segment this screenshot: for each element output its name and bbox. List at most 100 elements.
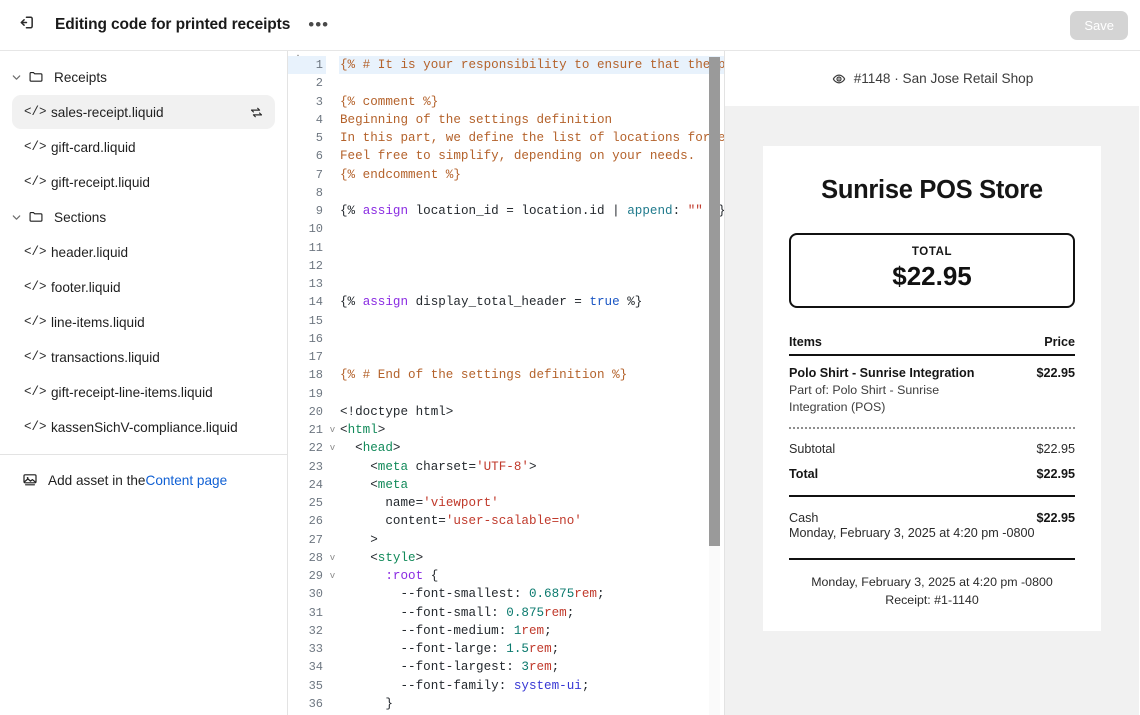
code-fold-toggle[interactable]: v bbox=[326, 549, 339, 567]
code-line[interactable]: 17 bbox=[288, 348, 724, 366]
sidebar-file-footer-liquid[interactable]: </> footer.liquid bbox=[12, 270, 275, 304]
code-line[interactable]: 3 {% comment %} bbox=[288, 93, 724, 111]
code-line-text: <!doctype html> bbox=[339, 403, 724, 421]
code-line[interactable]: 10 bbox=[288, 220, 724, 238]
code-fold-toggle[interactable] bbox=[326, 585, 339, 603]
code-line[interactable]: 19 bbox=[288, 385, 724, 403]
code-editor[interactable]: ^ 1{% # It is your responsibility to ens… bbox=[288, 51, 725, 715]
code-line[interactable]: 9 {% assign location_id = location.id | a… bbox=[288, 202, 724, 220]
code-fold-toggle[interactable] bbox=[326, 220, 339, 238]
sidebar-file-kassenSichV-compliance-liquid[interactable]: </> kassenSichV-compliance.liquid bbox=[12, 410, 275, 444]
code-line[interactable]: 32 --font-medium: 1rem; bbox=[288, 622, 724, 640]
code-fold-toggle[interactable] bbox=[326, 129, 339, 147]
code-line[interactable]: 36 } bbox=[288, 695, 724, 713]
code-fold-toggle[interactable]: v bbox=[326, 421, 339, 439]
code-fold-toggle[interactable] bbox=[326, 239, 339, 257]
code-fold-toggle[interactable] bbox=[326, 458, 339, 476]
code-fold-toggle[interactable] bbox=[326, 257, 339, 275]
code-fold-toggle[interactable]: v bbox=[326, 567, 339, 585]
code-line[interactable]: 27 > bbox=[288, 531, 724, 549]
code-line[interactable]: 1 {% # It is your responsibility to ensur… bbox=[288, 56, 724, 75]
code-line[interactable]: 26 content='user-scalable=no' bbox=[288, 512, 724, 530]
code-fold-toggle[interactable] bbox=[326, 74, 339, 92]
code-fold-toggle[interactable] bbox=[326, 111, 339, 129]
code-fold-toggle[interactable] bbox=[326, 366, 339, 384]
code-fold-toggle[interactable] bbox=[326, 677, 339, 695]
save-button[interactable]: Save bbox=[1070, 11, 1128, 40]
code-fold-toggle[interactable] bbox=[326, 275, 339, 293]
sidebar-file-gift-card-liquid[interactable]: </> gift-card.liquid bbox=[12, 130, 275, 164]
code-line[interactable]: 13 bbox=[288, 275, 724, 293]
code-line[interactable]: 24 <meta bbox=[288, 476, 724, 494]
code-line[interactable]: 15 bbox=[288, 312, 724, 330]
code-fold-toggle[interactable] bbox=[326, 348, 339, 366]
sidebar-file-header-liquid[interactable]: </> header.liquid bbox=[12, 235, 275, 269]
code-fold-toggle[interactable] bbox=[326, 184, 339, 202]
code-fold-toggle[interactable] bbox=[326, 512, 339, 530]
code-line-text: <head> bbox=[339, 439, 724, 457]
receipt-total-box: TOTAL $22.95 bbox=[789, 233, 1075, 308]
code-fold-toggle[interactable] bbox=[326, 622, 339, 640]
code-fold-toggle[interactable] bbox=[326, 385, 339, 403]
code-line[interactable]: 35 --font-family: system-ui; bbox=[288, 677, 724, 695]
code-line[interactable]: 33 --font-large: 1.5rem; bbox=[288, 640, 724, 658]
code-fold-toggle[interactable] bbox=[326, 312, 339, 330]
code-line[interactable]: 23 <meta charset='UTF-8'> bbox=[288, 458, 724, 476]
code-fold-toggle[interactable] bbox=[326, 604, 339, 622]
code-fold-toggle[interactable] bbox=[326, 56, 339, 74]
code-line[interactable]: 16 bbox=[288, 330, 724, 348]
code-line-text: } bbox=[339, 695, 724, 713]
editor-scrollbar-thumb[interactable] bbox=[709, 57, 720, 546]
sync-arrows-icon[interactable] bbox=[248, 104, 265, 121]
code-line[interactable]: 25 name='viewport' bbox=[288, 494, 724, 512]
code-fold-toggle[interactable] bbox=[326, 531, 339, 549]
code-line[interactable]: 34 --font-largest: 3rem; bbox=[288, 658, 724, 676]
chevron-down-icon[interactable] bbox=[6, 212, 26, 223]
sidebar-file-sales-receipt-liquid[interactable]: </> sales-receipt.liquid bbox=[12, 95, 275, 129]
code-fold-toggle[interactable] bbox=[326, 476, 339, 494]
code-line[interactable]: 2 bbox=[288, 74, 724, 92]
code-line-text: Beginning of the settings definition bbox=[339, 111, 724, 129]
code-fold-toggle[interactable] bbox=[326, 147, 339, 165]
code-fold-toggle[interactable] bbox=[326, 293, 339, 311]
code-fold-toggle[interactable]: v bbox=[326, 439, 339, 457]
code-line[interactable]: 31 --font-small: 0.875rem; bbox=[288, 604, 724, 622]
more-actions-button[interactable]: ••• bbox=[304, 14, 333, 36]
code-line[interactable]: 12 bbox=[288, 257, 724, 275]
code-line[interactable]: 22 v <head> bbox=[288, 439, 724, 457]
sidebar-folder-receipts[interactable]: Receipts bbox=[0, 61, 277, 93]
sidebar-folder-sections[interactable]: Sections bbox=[0, 201, 277, 233]
code-line[interactable]: 30 --font-smallest: 0.6875rem; bbox=[288, 585, 724, 603]
sidebar-file-transactions-liquid[interactable]: </> transactions.liquid bbox=[12, 340, 275, 374]
code-lines[interactable]: 1 {% # It is your responsibility to ensur… bbox=[288, 56, 724, 715]
sidebar-file-label: gift-card.liquid bbox=[51, 139, 136, 155]
code-fold-toggle[interactable] bbox=[326, 494, 339, 512]
code-line[interactable]: 20 <!doctype html> bbox=[288, 403, 724, 421]
code-line[interactable]: 8 bbox=[288, 184, 724, 202]
code-line[interactable]: 4 Beginning of the settings definition bbox=[288, 111, 724, 129]
code-line[interactable]: 14 {% assign display_total_header = true … bbox=[288, 293, 724, 311]
receipt-total-row: Subtotal $22.95 bbox=[789, 439, 1075, 459]
code-fold-toggle[interactable] bbox=[326, 640, 339, 658]
chevron-down-icon[interactable] bbox=[6, 72, 26, 83]
code-fold-toggle[interactable] bbox=[326, 202, 339, 220]
code-line[interactable]: 11 bbox=[288, 239, 724, 257]
code-fold-toggle[interactable] bbox=[326, 93, 339, 111]
code-fold-toggle[interactable] bbox=[326, 166, 339, 184]
code-line[interactable]: 21 v <html> bbox=[288, 421, 724, 439]
code-fold-toggle[interactable] bbox=[326, 403, 339, 421]
code-fold-toggle[interactable] bbox=[326, 330, 339, 348]
content-page-link[interactable]: Content page bbox=[146, 473, 228, 488]
code-fold-toggle[interactable] bbox=[326, 658, 339, 676]
sidebar-file-line-items-liquid[interactable]: </> line-items.liquid bbox=[12, 305, 275, 339]
sidebar-file-gift-receipt-liquid[interactable]: </> gift-receipt.liquid bbox=[12, 165, 275, 199]
code-line[interactable]: 5 In this part, we define the list of loc… bbox=[288, 129, 724, 147]
code-fold-toggle[interactable] bbox=[326, 695, 339, 713]
sidebar-file-gift-receipt-line-items-liquid[interactable]: </> gift-receipt-line-items.liquid bbox=[12, 375, 275, 409]
code-line[interactable]: 29 v :root { bbox=[288, 567, 724, 585]
code-line[interactable]: 6 Feel free to simplify, depending on you… bbox=[288, 147, 724, 165]
exit-button[interactable] bbox=[10, 10, 40, 40]
code-line[interactable]: 18 {% # End of the settings definition %} bbox=[288, 366, 724, 384]
code-line[interactable]: 28 v <style> bbox=[288, 549, 724, 567]
code-line[interactable]: 7 {% endcomment %} bbox=[288, 166, 724, 184]
